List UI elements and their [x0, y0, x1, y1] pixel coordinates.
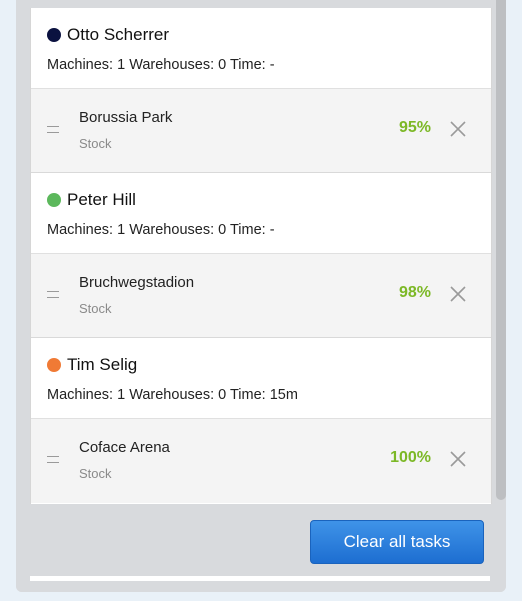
footer-divider [30, 576, 490, 581]
task-type: Stock [79, 136, 112, 151]
task-percent: 95% [398, 119, 431, 136]
scrollbar[interactable] [496, 0, 506, 500]
close-icon[interactable] [447, 448, 469, 470]
person-header: Tim Selig Machines: 1 Warehouses: 0 Time… [31, 338, 491, 419]
clear-all-tasks-button[interactable]: Clear all tasks [310, 520, 484, 564]
status-dot [47, 28, 61, 42]
close-icon[interactable] [447, 283, 469, 305]
task-list: Otto Scherrer Machines: 1 Warehouses: 0 … [30, 8, 492, 504]
person-header: Peter Hill Machines: 1 Warehouses: 0 Tim… [31, 173, 491, 254]
tasks-panel: Otto Scherrer Machines: 1 Warehouses: 0 … [16, 0, 506, 592]
task-percent: 100% [390, 449, 431, 466]
task-name: Borussia Park [79, 109, 173, 126]
task-row[interactable]: Coface Arena Stock 100% [31, 419, 491, 503]
person-header: Otto Scherrer Machines: 1 Warehouses: 0 … [31, 8, 491, 89]
status-dot [47, 358, 61, 372]
status-dot [47, 193, 61, 207]
drag-handle-icon[interactable] [47, 456, 59, 463]
person-meta: Machines: 1 Warehouses: 0 Time: - [47, 57, 275, 73]
task-name: Bruchwegstadion [79, 274, 195, 291]
person-meta: Machines: 1 Warehouses: 0 Time: - [47, 222, 275, 238]
person-meta: Machines: 1 Warehouses: 0 Time: 15m [47, 387, 298, 403]
task-percent: 98% [398, 284, 431, 301]
person-name: Peter Hill [67, 190, 136, 209]
close-icon[interactable] [447, 118, 469, 140]
drag-handle-icon[interactable] [47, 291, 59, 298]
task-row[interactable]: Borussia Park Stock 95% [31, 89, 491, 173]
task-type: Stock [79, 466, 112, 481]
drag-handle-icon[interactable] [47, 126, 59, 133]
person-name: Otto Scherrer [67, 25, 170, 44]
task-name: Coface Arena [79, 439, 170, 456]
person-name: Tim Selig [67, 355, 138, 374]
task-row[interactable]: Bruchwegstadion Stock 98% [31, 254, 491, 338]
task-type: Stock [79, 301, 112, 316]
